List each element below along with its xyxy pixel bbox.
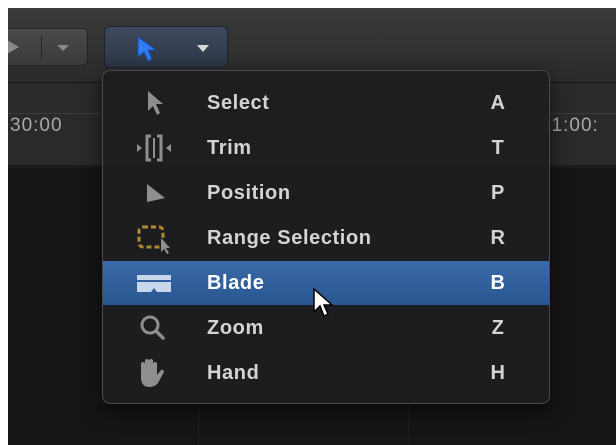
menu-item-label: Blade [207,272,265,294]
menu-item-label: Hand [207,362,260,384]
tools-menu: Select A Trim T Position P Range Selecti… [102,70,550,404]
menu-item-label: Trim [207,137,252,159]
play-icon[interactable] [8,40,19,54]
menu-item-shortcut: Z [491,317,505,339]
trim-icon [137,134,171,162]
playback-segment[interactable] [8,28,88,66]
timecode-left: 30:00 [10,115,63,136]
app-window: 30:00 01:00: Select A Trim T Position P … [8,8,616,445]
menu-item-label: Select [207,92,270,114]
arrow-pointer-icon [137,36,158,62]
menu-item-label: Range Selection [207,227,372,249]
menu-item-trim[interactable]: Trim T [103,126,549,170]
zoom-icon [140,315,165,340]
arrow-select-icon [148,91,163,115]
menu-item-shortcut: H [490,362,506,384]
range-selection-icon [137,225,170,254]
menu-item-shortcut: P [491,182,505,204]
tools-popup-button[interactable] [104,26,228,68]
chevron-down-icon[interactable] [57,45,69,51]
menu-item-shortcut: B [490,272,506,294]
menu-item-shortcut: T [491,137,505,159]
chevron-down-icon [197,45,209,52]
menu-item-shortcut: R [490,227,506,249]
menu-item-label: Position [207,182,291,204]
hand-icon [141,359,164,387]
position-icon [147,184,165,202]
menu-item-hand[interactable]: Hand H [103,351,549,395]
menu-item-range-selection[interactable]: Range Selection R [103,216,549,260]
mouse-cursor-icon [313,288,334,318]
menu-item-label: Zoom [207,317,264,339]
segment-divider [41,35,42,59]
menu-item-position[interactable]: Position P [103,171,549,215]
blade-icon [137,275,171,292]
menu-item-select[interactable]: Select A [103,81,549,125]
menu-item-shortcut: A [490,92,506,114]
